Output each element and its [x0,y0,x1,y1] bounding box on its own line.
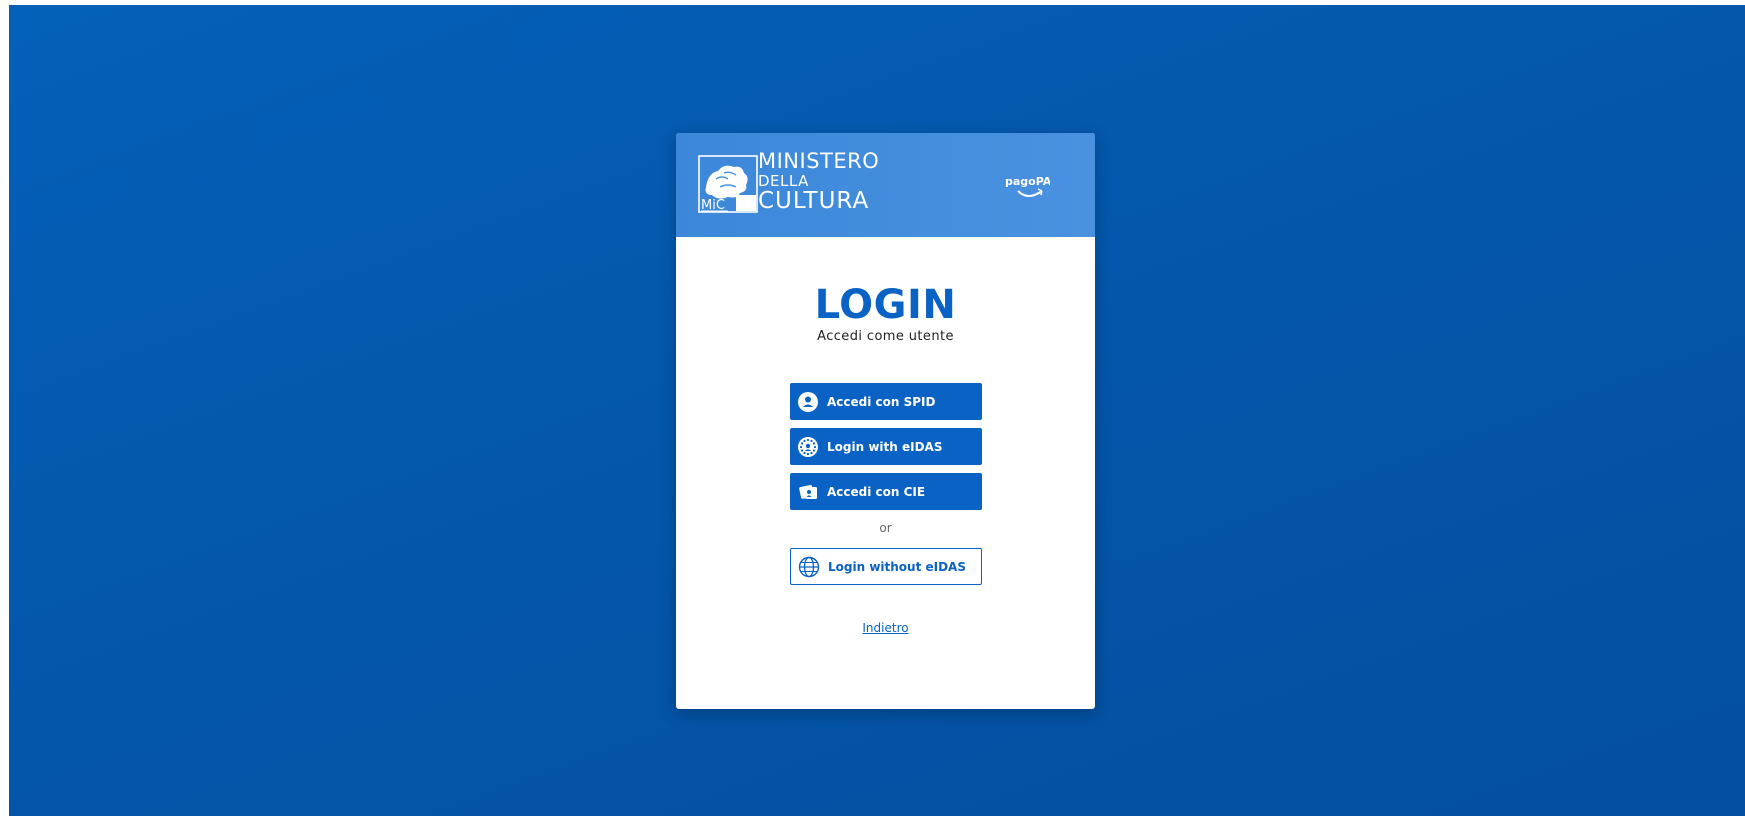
mic-logo: MiC [698,155,758,213]
or-separator: or [879,521,892,535]
ministry-line-1: MINISTERO [758,149,880,173]
user-circle-icon [798,391,818,412]
eu-stars-icon [798,436,818,457]
spid-login-button[interactable]: Accedi con SPID [790,383,982,420]
pagopa-logo: pagoPA [1005,175,1050,197]
login-without-eidas-button[interactable]: Login without eIDAS [790,548,982,585]
login-without-eidas-label: Login without eIDAS [828,559,966,574]
back-link[interactable]: Indietro [676,621,1095,635]
ministry-wordmark: MINISTERO DELLA CULTURA [758,151,879,213]
ministry-line-3: CULTURA [758,188,870,214]
spid-button-label: Accedi con SPID [827,394,936,409]
page-title: LOGIN [814,282,957,328]
eidas-login-button[interactable]: Login with eIDAS [790,428,982,465]
login-card: MiC MINISTERO DELLA CULTURA pagoPA LOGIN… [676,133,1095,709]
globe-icon [798,556,820,577]
ministry-line-2: DELLA [758,172,809,190]
card-header: MiC MINISTERO DELLA CULTURA pagoPA [676,133,1095,237]
page-subtitle: Accedi come utente [817,329,954,344]
cie-button-label: Accedi con CIE [827,484,926,499]
id-card-icon [799,484,817,499]
page-background: MiC MINISTERO DELLA CULTURA pagoPA LOGIN… [9,5,1745,816]
cie-login-button[interactable]: Accedi con CIE [790,473,982,510]
eidas-button-label: Login with eIDAS [827,439,943,454]
pagopa-logo-text: pagoPA [1005,175,1050,188]
